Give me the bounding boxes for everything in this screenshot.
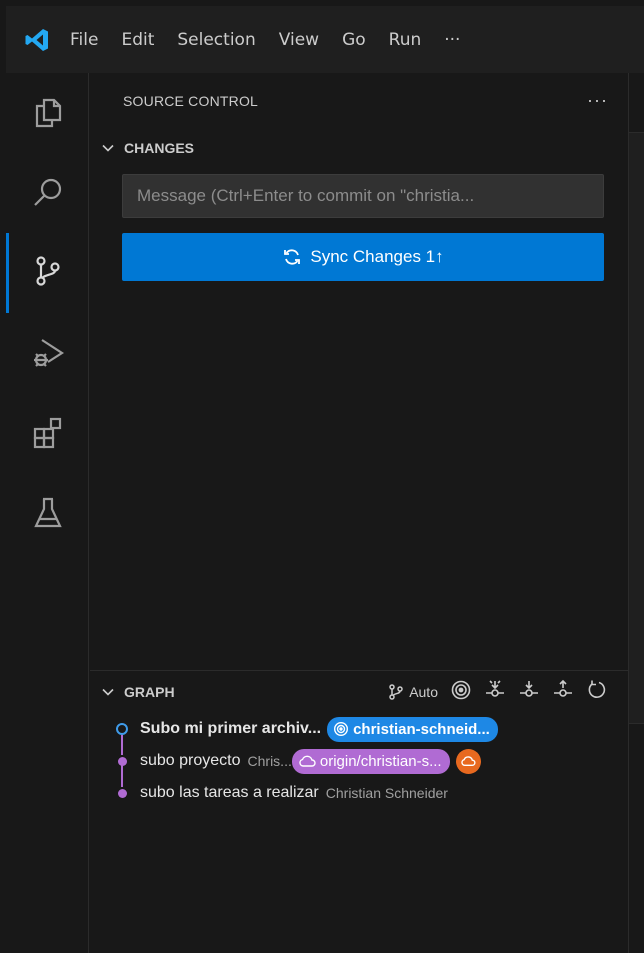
commit-node — [118, 789, 127, 798]
activity-bar — [6, 73, 89, 953]
menu-view[interactable]: View — [279, 30, 319, 50]
sync-changes-label: Sync Changes 1↑ — [310, 247, 444, 266]
extensions-icon[interactable] — [6, 393, 89, 473]
refresh-icon[interactable] — [586, 679, 608, 706]
source-control-sidebar: SOURCE CONTROL ··· CHANGES Message (Ctrl… — [90, 73, 628, 953]
commit-subject: subo las tareas a realizar — [140, 784, 319, 801]
source-control-icon[interactable] — [6, 231, 89, 313]
target-icon[interactable] — [450, 679, 472, 706]
remote-branch-name: origin/christian-s... — [319, 752, 442, 770]
graph-toolbar: Auto — [387, 675, 608, 709]
graph-divider — [90, 670, 628, 671]
menu-selection[interactable]: Selection — [177, 30, 255, 50]
graph-commit-row[interactable]: Subo mi primer archiv... christian-schne… — [90, 713, 628, 745]
commit-message-input[interactable]: Message (Ctrl+Enter to commit on "christ… — [122, 174, 604, 218]
changes-section-title: CHANGES — [124, 140, 195, 156]
menu-edit[interactable]: Edit — [121, 30, 154, 50]
menu-go[interactable]: Go — [342, 30, 366, 50]
chevron-down-icon — [98, 685, 118, 699]
menu-more[interactable]: ··· — [444, 30, 460, 50]
commit-subject: Subo mi primer archiv... — [140, 720, 322, 737]
remote-branch-badge[interactable]: origin/christian-s... — [291, 748, 450, 774]
explorer-icon[interactable] — [6, 73, 89, 153]
sidebar-title: SOURCE CONTROL — [123, 92, 259, 109]
more-actions-button[interactable]: ··· — [587, 90, 608, 111]
target-icon — [333, 721, 349, 737]
chevron-down-icon — [98, 141, 118, 155]
title-bar: File Edit Selection View Go Run ··· — [6, 6, 644, 73]
fetch-icon[interactable] — [484, 679, 506, 706]
cloud-icon — [298, 754, 316, 768]
local-branch-badge[interactable]: christian-schneid... — [327, 716, 498, 742]
commit-author: Christian Schneider — [325, 785, 448, 801]
testing-icon[interactable] — [6, 473, 89, 553]
graph-branch-picker[interactable]: Auto — [387, 683, 438, 701]
menu-run[interactable]: Run — [389, 30, 422, 50]
local-branch-name: christian-schneid... — [353, 720, 490, 738]
changes-section-header[interactable]: CHANGES — [90, 131, 628, 165]
editor-area-edge — [628, 73, 644, 953]
search-icon[interactable] — [6, 153, 89, 233]
graph-commit-row[interactable]: subo las tareas a realizar Christian Sch… — [90, 777, 628, 809]
commit-node — [118, 757, 127, 766]
sync-changes-button[interactable]: Sync Changes 1↑ — [122, 233, 604, 281]
run-debug-icon[interactable] — [6, 313, 89, 393]
graph-section-title: GRAPH — [124, 684, 175, 700]
vscode-logo-icon[interactable] — [22, 25, 52, 55]
commit-author: Chris... — [247, 753, 292, 769]
editor-tab-strip — [629, 73, 644, 133]
commit-subject: subo proyecto — [140, 752, 241, 769]
panel-area — [629, 723, 644, 953]
remote-cloud-icon[interactable] — [455, 748, 481, 774]
push-icon[interactable] — [552, 679, 574, 706]
sync-icon — [282, 247, 302, 267]
menu-file[interactable]: File — [70, 30, 98, 50]
sidebar-header: SOURCE CONTROL ··· — [90, 73, 628, 128]
commit-node-head — [116, 723, 128, 735]
graph-commit-row[interactable]: subo proyecto Chris... origin/christian-… — [90, 745, 628, 777]
graph-auto-label: Auto — [409, 684, 438, 700]
pull-icon[interactable] — [518, 679, 540, 706]
